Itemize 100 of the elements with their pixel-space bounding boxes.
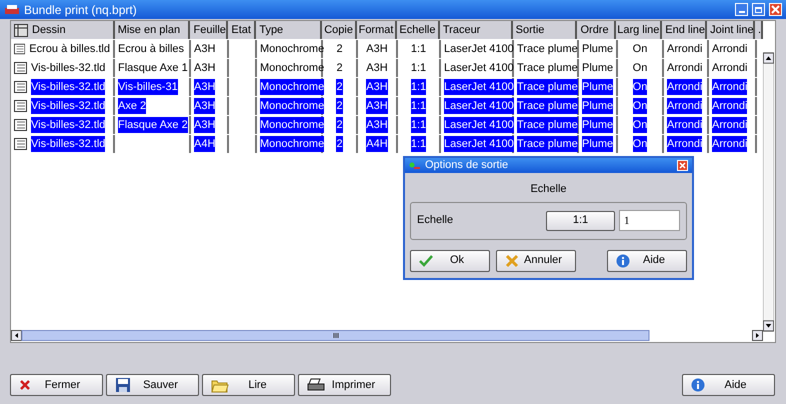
table-cell: 1:1 (410, 98, 426, 114)
column-header[interactable]: . (755, 21, 764, 39)
table-row[interactable]: Ecrou à billes.tld Ecrou à billes A3H Monochrome 2 A3H 1:1 LaserJet 4100 Trace plume Plume On Arrondi Arrondi (11, 40, 763, 58)
table-cell: Plume (582, 78, 614, 96)
close-icon (19, 379, 31, 391)
column-header[interactable]: Ordre (577, 21, 616, 39)
table-cell: 1:1 (410, 136, 426, 152)
table-cell-text: 1:1 (410, 60, 426, 76)
table-cell-text: Trace plume (517, 60, 578, 76)
table-cell-text: A3H (194, 42, 216, 57)
table-cell: LaserJet 4100 (444, 98, 514, 114)
toolbar-button[interactable]: Aide (682, 374, 775, 396)
minimize-button[interactable] (735, 3, 748, 16)
table-cell: A4H (366, 136, 388, 152)
table-cell-text: 2 (336, 42, 343, 57)
horizontal-scrollbar[interactable] (11, 330, 763, 341)
column-header[interactable]: Larg line (616, 21, 662, 39)
column-header[interactable]: Copie (322, 21, 358, 39)
document-icon (14, 100, 27, 112)
scale-field[interactable]: 1 (619, 210, 680, 231)
maximize-button[interactable] (752, 3, 765, 16)
table-cell: A3H (194, 78, 216, 96)
table-cell-text: A3H (366, 60, 388, 76)
toolbar-button[interactable]: Lire (202, 374, 295, 396)
cancel-icon (505, 254, 519, 268)
column-header[interactable]: Echelle (396, 21, 440, 39)
table-cell-text: Arrondi (712, 60, 748, 76)
table-row[interactable]: Vis-billes-32.tld Vis-billes-31 A3H Monochrome 2 A3H 1:1 LaserJet 4100 Trace plume Plume On Arrondi Arrondi (11, 78, 763, 96)
document-icon (14, 138, 27, 150)
table-row[interactable]: Vis-billes-32.tld Flasque Axe 1 A3H Monochrome 2 A3H 1:1 LaserJet 4100 Trace plume Plume On Arrondi Arrondi (11, 59, 763, 77)
table-cell-text: Monochrome (260, 60, 324, 76)
table-cell-text: A3H (194, 60, 216, 76)
table-cell: Trace plume (517, 116, 578, 134)
toolbar-button[interactable]: Imprimer (298, 374, 391, 396)
table-cell: A3H (194, 116, 216, 134)
document-icon (14, 62, 27, 74)
close-button[interactable] (769, 3, 782, 16)
info-icon (616, 254, 630, 268)
table-cell-text: On (632, 60, 648, 76)
table-cell: Arrondi (712, 116, 748, 134)
table-cell: A4H (194, 136, 216, 152)
column-header[interactable]: Type (256, 21, 322, 39)
table-cell-text: Vis-billes-32.tld (31, 60, 106, 76)
table-cell: A3H (366, 78, 388, 96)
group-title: Echelle (530, 182, 567, 197)
table-cell: Monochrome (260, 136, 324, 152)
table-cell: 2 (336, 78, 343, 96)
column-header[interactable]: Format (357, 21, 397, 39)
table-cell-text: A3H (366, 42, 388, 57)
table-cell-text: Ecrou à billes (118, 42, 184, 57)
dialog-button[interactable]: Aide (607, 250, 687, 272)
table-cell: Arrondi (712, 136, 748, 152)
table-cell-text: Arrondi (712, 42, 748, 57)
table-cell: Plume (582, 116, 614, 134)
table-cell: Plume (582, 98, 614, 114)
column-header[interactable]: Traceur (440, 21, 513, 39)
close-button[interactable] (677, 160, 688, 171)
table-cell-text: Flasque Axe 1 (118, 60, 188, 76)
table-cell: 1:1 (410, 116, 426, 134)
column-header[interactable]: Sortie (512, 21, 578, 39)
table-cell: Trace plume (517, 98, 578, 114)
document-icon (14, 119, 27, 131)
toolbar-button[interactable]: Sauver (106, 374, 199, 396)
table-row[interactable]: Vis-billes-32.tld Flasque Axe 2 A3H Monochrome 2 A3H 1:1 LaserJet 4100 Trace plume Plume On Arrondi Arrondi (11, 116, 763, 134)
dialog-button[interactable]: Ok (410, 250, 490, 272)
table-cell-text: LaserJet 4100 (444, 42, 514, 57)
table-cell: Vis-billes-32.tld (31, 78, 106, 96)
toolbar-button[interactable]: Fermer (10, 374, 103, 396)
table-cell-text: Arrondi (667, 60, 702, 76)
dialog-button[interactable]: Annuler (496, 250, 576, 272)
document-icon (14, 81, 27, 93)
table-row[interactable]: Vis-billes-32.tld A4H Monochrome 2 A4H 1:1 LaserJet 4100 Trace plume Plume On Arrondi Arrondi (11, 135, 763, 153)
column-header[interactable]: Mise en plan (114, 21, 190, 39)
table-cell: Trace plume (517, 136, 578, 152)
check-icon (419, 254, 433, 266)
printer-icon (307, 378, 325, 392)
table-cell-text: LaserJet 4100 (444, 60, 514, 76)
table-cell: 2 (336, 98, 343, 114)
app-icon (409, 160, 421, 170)
table-cell: On (632, 136, 648, 152)
column-header[interactable]: End line (662, 21, 708, 39)
table-cell: Monochrome (260, 116, 324, 134)
column-header[interactable]: Joint line (707, 21, 756, 39)
table-cell: Arrondi (667, 116, 702, 134)
table-cell: LaserJet 4100 (444, 136, 514, 152)
table-cell-text: Monochrome (260, 42, 324, 57)
scale-button[interactable]: 1:1 (546, 210, 615, 230)
table-cell: On (632, 78, 648, 96)
table-row[interactable]: Vis-billes-32.tld Axe 2 A3H Monochrome 2 A3H 1:1 LaserJet 4100 Trace plume Plume On Arrondi Arrondi (11, 97, 763, 115)
table-cell: Arrondi (667, 78, 702, 96)
table-cell: 2 (336, 116, 343, 134)
table-cell: Monochrome (260, 78, 324, 96)
table-cell-text: 2 (336, 60, 343, 76)
column-header[interactable]: Etat (228, 21, 256, 39)
column-header[interactable]: Dessin (11, 21, 115, 39)
table-cell-text: Arrondi (667, 42, 702, 57)
column-header[interactable]: Feuille (190, 21, 228, 39)
table-icon (14, 24, 28, 36)
document-icon (14, 43, 26, 55)
table-cell: On (632, 98, 648, 114)
